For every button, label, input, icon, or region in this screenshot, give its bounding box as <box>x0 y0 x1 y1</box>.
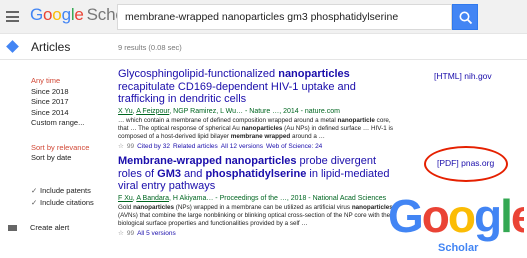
time-filter-2014[interactable]: Since 2014 <box>31 108 111 119</box>
svg-text:Google: Google <box>388 190 524 242</box>
author-link[interactable]: A Bandara <box>136 195 169 202</box>
result-meta: F Xu, A Bandara, H Akiyama… - Proceeding… <box>118 194 387 202</box>
menu-icon[interactable] <box>6 11 19 22</box>
include-citations-checkbox[interactable]: ✓ Include citations <box>31 197 111 209</box>
related-articles-link[interactable]: Related articles <box>173 143 218 150</box>
author-link[interactable]: F Xu <box>118 195 133 202</box>
result-snippet: … which contain a membrane of defined co… <box>118 116 393 140</box>
result-links: ☆ 99 Cited by 32 Related articles All 12 ver… <box>118 142 398 151</box>
sort-date[interactable]: Sort by date <box>31 153 111 164</box>
sidebar: Any time Since 2018 Since 2017 Since 201… <box>31 76 111 209</box>
result-meta: X Yu, A Feizpour, NGP Ramirez, L Wu… - N… <box>118 107 340 115</box>
result-title[interactable]: Glycosphingolipid-functionalized nanopar… <box>118 68 398 106</box>
time-filter-custom[interactable]: Custom range... <box>31 118 111 129</box>
star-icon[interactable]: ☆ <box>118 230 124 237</box>
web-of-science-link[interactable]: Web of Science: 24 <box>266 143 322 150</box>
time-filter-any[interactable]: Any time <box>31 76 111 87</box>
versions-link[interactable]: All 12 versions <box>221 143 263 150</box>
search-result: Membrane-wrapped nanoparticles probe div… <box>118 155 398 238</box>
result-title[interactable]: Membrane-wrapped nanoparticles probe div… <box>118 155 398 193</box>
cited-by-link[interactable]: Cited by 32 <box>137 143 170 150</box>
articles-icon <box>6 40 19 53</box>
sort-relevance[interactable]: Sort by relevance <box>31 143 111 154</box>
search-result: Glycosphingolipid-functionalized nanopar… <box>118 68 398 151</box>
check-icon: ✓ <box>31 197 38 207</box>
fulltext-link[interactable]: [PDF] pnas.org <box>437 158 494 168</box>
time-filter-2017[interactable]: Since 2017 <box>31 97 111 108</box>
search-icon <box>459 11 473 25</box>
quote-icon[interactable]: 99 <box>127 143 134 150</box>
author-link[interactable]: A Feizpour <box>136 108 169 115</box>
result-links: ☆ 99 All 5 versions <box>118 229 398 238</box>
search-button[interactable] <box>452 4 478 30</box>
fulltext-link[interactable]: [HTML] nih.gov <box>434 71 492 81</box>
create-alert-button[interactable]: Create alert <box>8 223 69 232</box>
section-label[interactable]: Articles <box>31 40 70 54</box>
svg-text:Scholar: Scholar <box>438 242 479 254</box>
sub-header: Articles 9 results (0.08 sec) <box>0 34 527 60</box>
envelope-icon <box>8 225 17 232</box>
result-snippet: Gold nanoparticles (NPs) wrapped in a me… <box>118 203 393 227</box>
top-bar: Google Scholar membrane-wrapped nanoparti… <box>0 0 527 34</box>
search-input[interactable]: membrane-wrapped nanoparticles gm3 phosp… <box>117 4 452 30</box>
versions-link[interactable]: All 5 versions <box>137 230 176 237</box>
include-patents-checkbox[interactable]: ✓ Include patents <box>31 185 111 197</box>
author-link[interactable]: X Yu <box>118 108 133 115</box>
star-icon[interactable]: ☆ <box>118 143 124 150</box>
check-icon: ✓ <box>31 185 38 195</box>
google-scholar-big-logo: Google Scholar <box>388 190 524 254</box>
quote-icon[interactable]: 99 <box>127 230 134 237</box>
time-filter-2018[interactable]: Since 2018 <box>31 87 111 98</box>
results-count: 9 results (0.08 sec) <box>118 43 182 52</box>
